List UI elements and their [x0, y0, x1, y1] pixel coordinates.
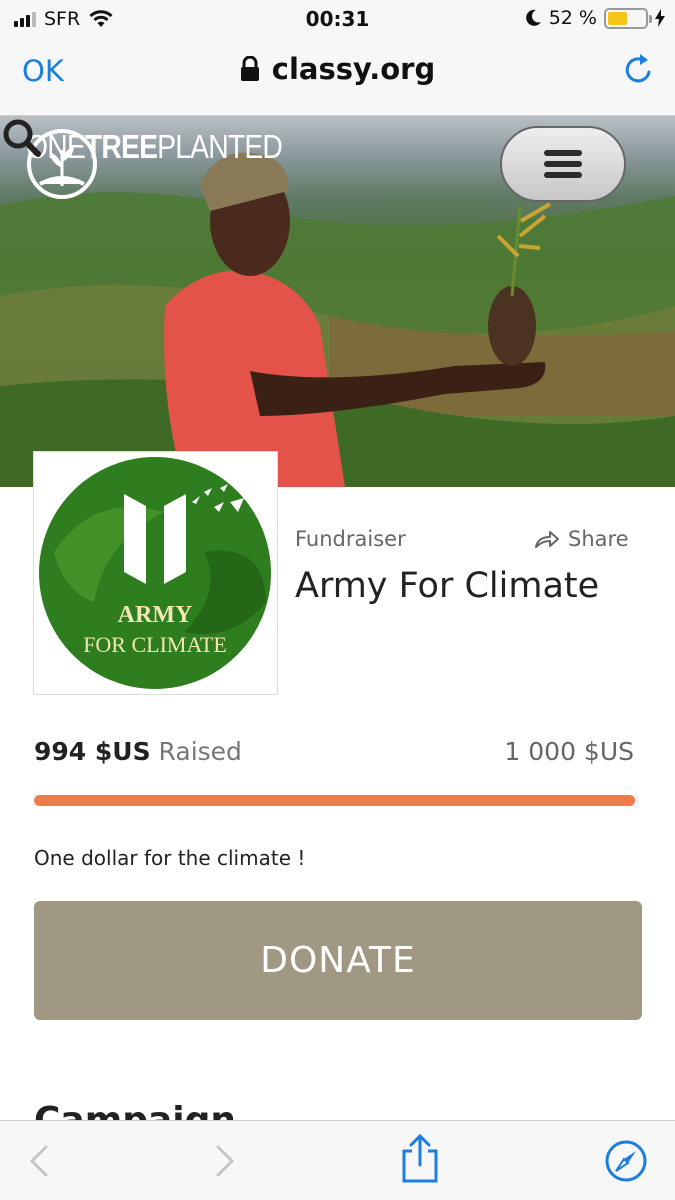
brand-name: ONETREEPLANTED — [26, 128, 283, 165]
fundraiser-logo: ARMY FOR CLIMATE — [33, 451, 278, 695]
battery-level — [608, 11, 627, 25]
goal-amount: 1 000 $US — [504, 737, 634, 766]
url-display: classy.org — [0, 52, 675, 86]
share-button[interactable]: Share — [534, 527, 629, 551]
back-icon[interactable] — [18, 1139, 62, 1183]
brand-logo[interactable]: ONETREEPLANTED — [26, 128, 324, 199]
raised-label: Raised — [158, 737, 242, 766]
moon-icon — [525, 9, 541, 26]
raised-summary: 994 $US Raised 1 000 $US — [34, 737, 634, 766]
charging-icon — [655, 9, 665, 27]
fundraiser-title: Army For Climate — [295, 566, 600, 606]
ok-button[interactable]: OK — [22, 54, 64, 88]
logo-line1: ARMY — [118, 602, 193, 628]
army-for-climate-logo: ARMY FOR CLIMATE — [39, 457, 271, 689]
browser-toolbar — [0, 1120, 675, 1200]
reload-icon[interactable] — [621, 52, 657, 88]
logo-line2: FOR CLIMATE — [83, 632, 227, 657]
hamburger-menu-icon[interactable] — [500, 126, 626, 202]
lock-icon — [240, 56, 259, 81]
url-text[interactable]: classy.org — [272, 52, 435, 86]
share-icon[interactable] — [398, 1133, 442, 1185]
fundraiser-type-label: Fundraiser — [295, 527, 406, 551]
donate-button[interactable]: DONATE — [34, 901, 642, 1020]
battery-icon — [604, 7, 652, 29]
share-arrow-icon — [535, 531, 559, 548]
progress-fill — [34, 795, 636, 806]
browser-address-bar: OK classy.org — [0, 38, 675, 116]
battery-percent: 52 % — [548, 7, 597, 29]
status-bar: SFR 00:31 52 % — [0, 0, 675, 38]
raised-amount: 994 $US — [34, 737, 151, 766]
hero-banner: ONETREEPLANTED — [0, 116, 675, 487]
search-icon[interactable] — [0, 116, 44, 160]
fundraiser-description: One dollar for the climate ! — [34, 846, 306, 870]
progress-bar — [34, 795, 639, 806]
forward-icon[interactable] — [202, 1139, 246, 1183]
status-right: 52 % — [525, 7, 665, 29]
share-label: Share — [568, 527, 629, 551]
compass-icon[interactable] — [604, 1139, 648, 1183]
